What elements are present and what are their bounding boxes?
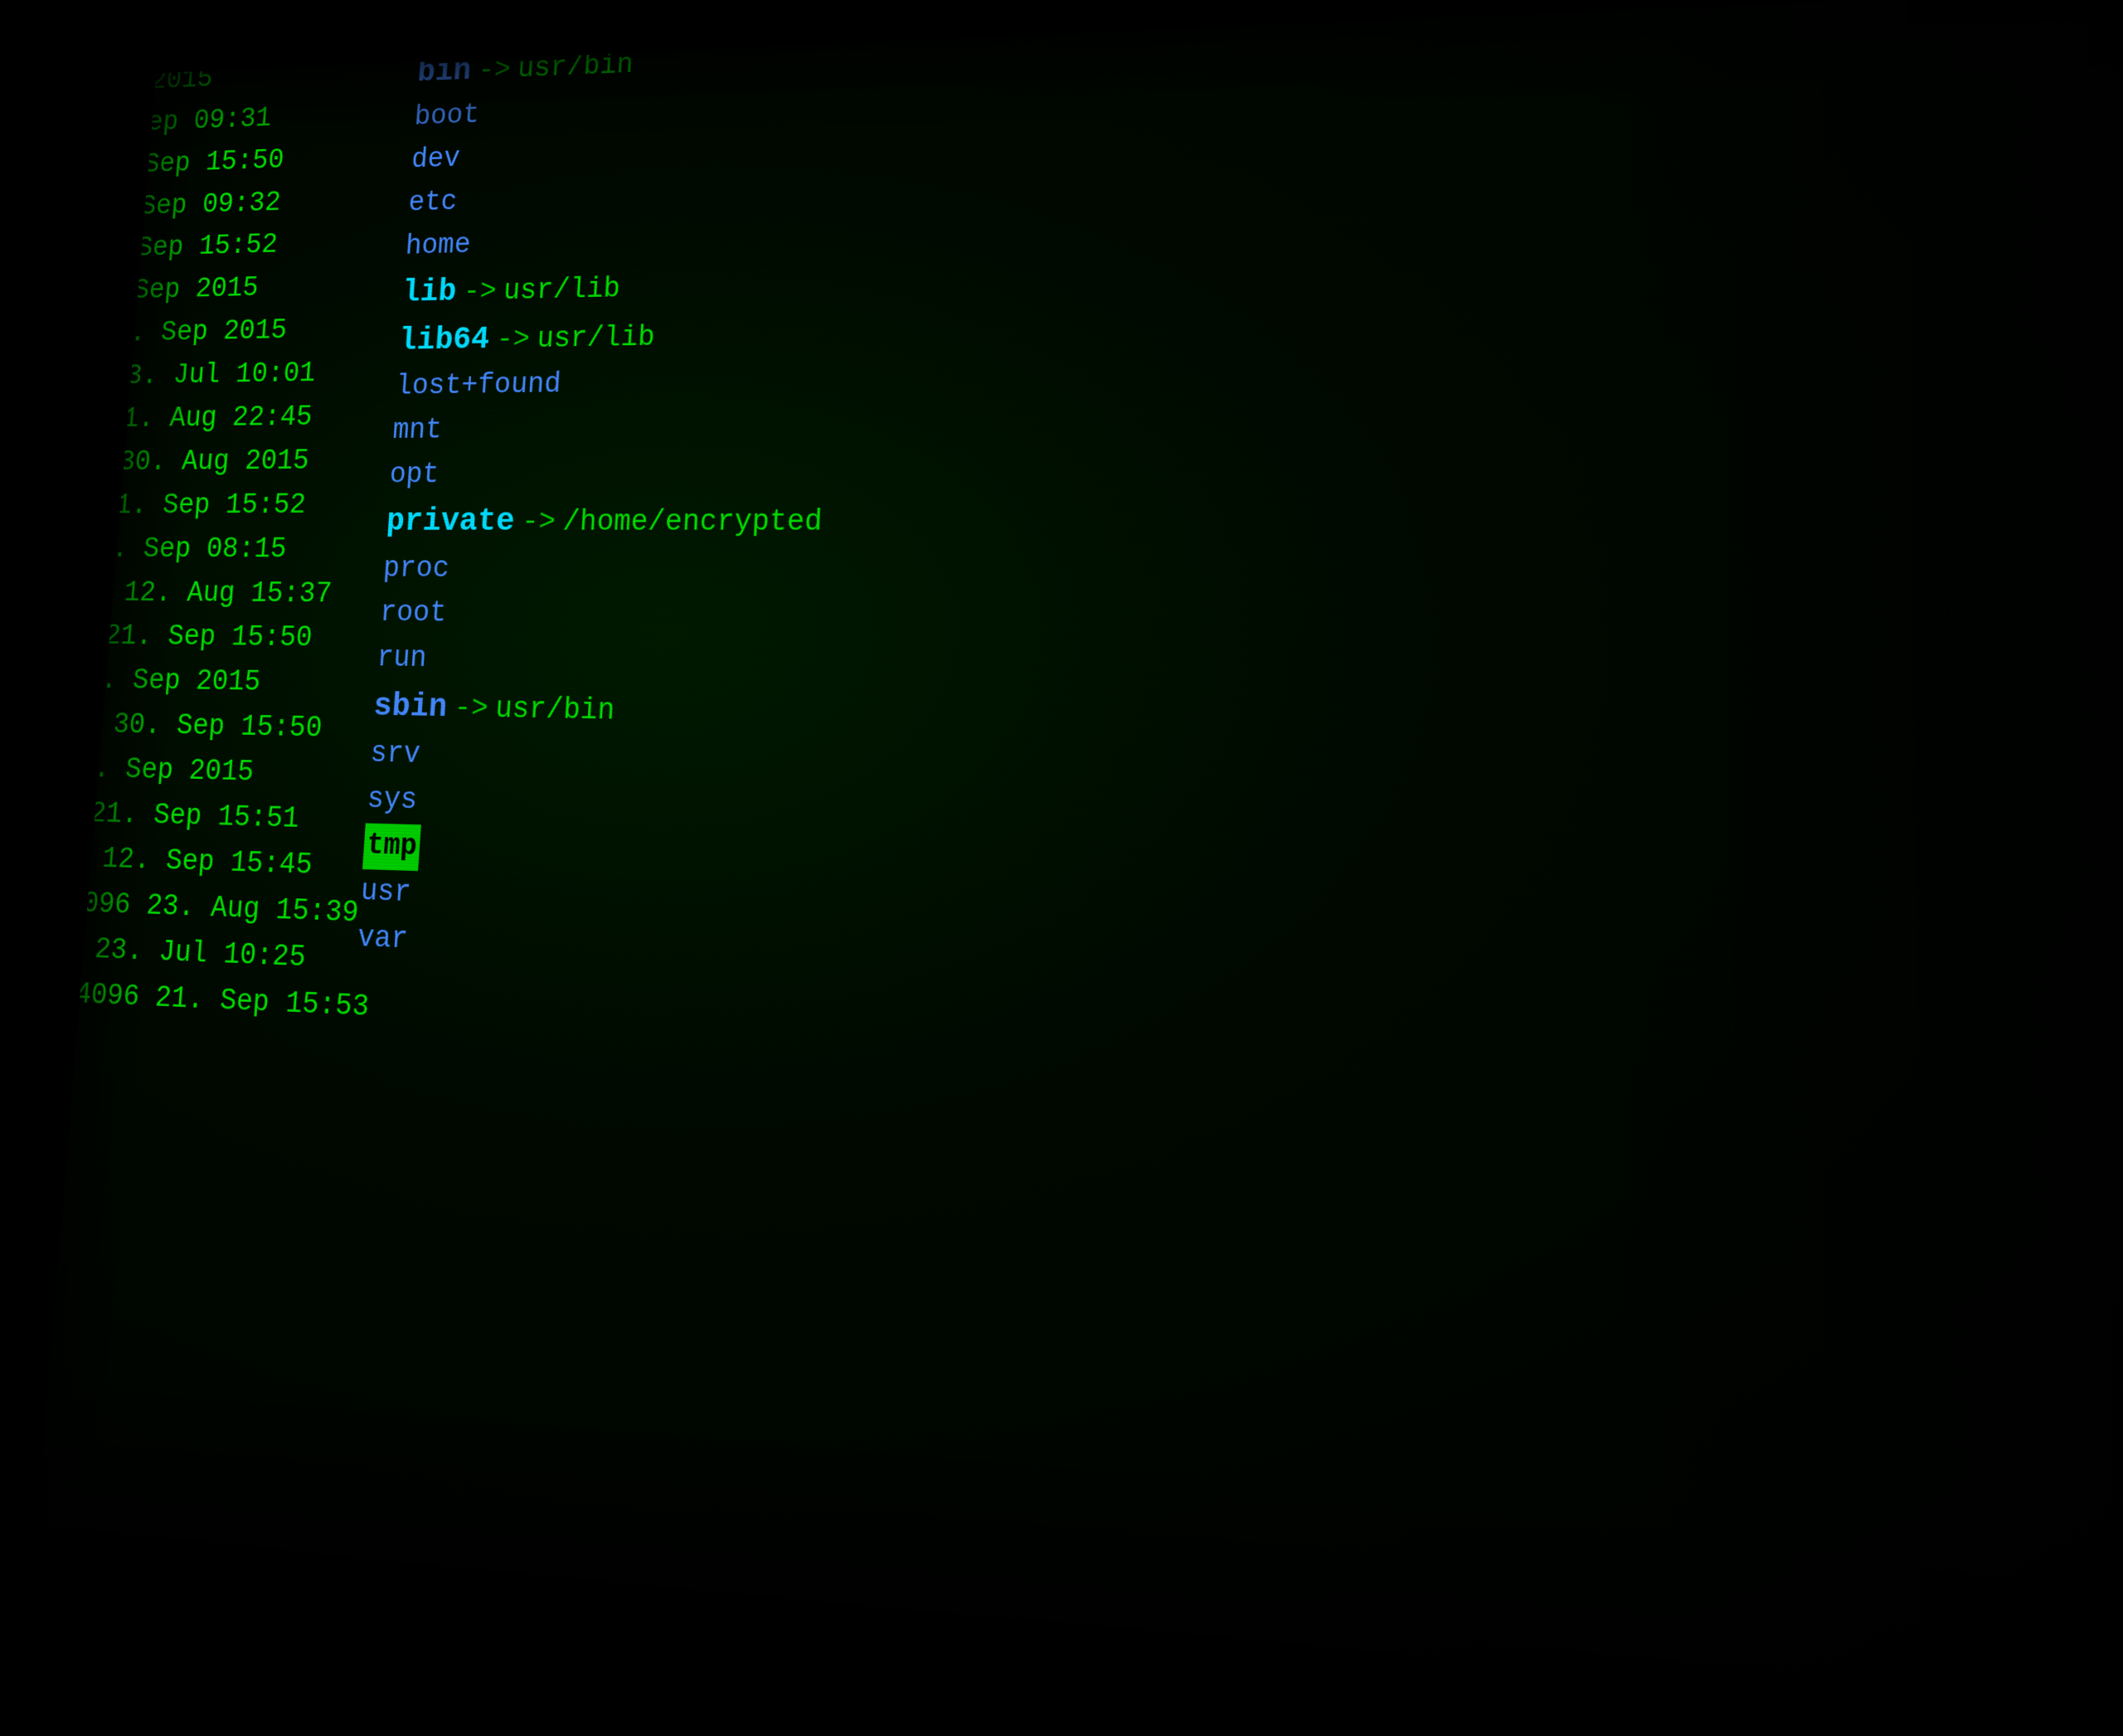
dir-name-lib64: lib64 [397,315,491,365]
dir-proc: proc [381,547,1056,595]
dir-target-sbin: usr/bin [493,688,615,736]
dir-lost-found: lost+found [394,355,1062,409]
line-11: 896 30. Aug 2015 [56,440,377,485]
line-8: 7 30. Sep 2015 [67,308,387,357]
dir-name-root: root [378,591,447,637]
dir-arrow-bin: -> [477,49,513,93]
dir-name-usr: usr [359,869,412,917]
line-14: 4096 12. Aug 15:37 [45,571,369,617]
dir-name-home: home [404,224,472,269]
dir-name-dev: dev [410,138,461,182]
line-1: Sep 15:53 [92,8,408,65]
dir-name-proc: proc [381,547,450,591]
line-6: 21. Sep 15:52 [74,221,393,272]
dir-target-private: /home/encrypted [561,500,823,547]
dir-arrow-lib64: -> [495,318,531,362]
line-17: 4096 30. Sep 15:50 [36,703,359,753]
dir-name-run: run [376,636,429,682]
line-20: 4096 12. Sep 15:45 [36,835,349,891]
dir-name-dotdot: .. [419,6,454,50]
dir-target-lib: usr/lib [502,267,621,314]
dir-name-var: var [356,916,409,964]
dir-mnt: mnt [391,401,1061,453]
dir-name-bin: bin [416,47,473,97]
line-7: 30. Sep 2015 [70,265,390,314]
dir-name-tmp: tmp [362,823,421,871]
dir-arrow-sbin: -> [453,687,489,733]
dir-arrow-lib: -> [462,270,498,315]
dir-target-bin: usr/bin [517,44,634,92]
dir-name-mnt: mnt [391,409,444,454]
dir-name-opt: opt [388,453,440,498]
dir-target-lib64: usr/lib [536,316,656,362]
dir-opt: opt [388,449,1059,498]
line-13: 0 21. Sep 08:15 [48,528,372,573]
line-15: 560 21. Sep 15:50 [41,615,365,662]
line-19: 300 21. Sep 15:51 [36,790,352,844]
dir-name-boot: boot [413,94,480,139]
line-16: 7 30. Sep 2015 [37,659,362,708]
line-10: 896 1. Aug 22:45 [60,396,381,442]
terminal-screen: Sep 15:53 Sep 2015 9. Sep 09:31 21. Sep … [36,0,2123,1736]
dir-name-lost-found: lost+found [394,362,562,409]
dir-name-sys: sys [366,777,419,824]
dir-name-srv: srv [369,732,422,778]
dir-arrow-private: -> [520,501,556,547]
dir-name-etc: etc [407,181,459,226]
line-12: 16 21. Sep 15:52 [52,484,375,528]
dir-private: private -> /home/encrypted [385,495,1057,547]
dir-root: root [378,591,1053,643]
dir-name-lib: lib [401,267,458,317]
line-21: la 4096 23. Aug 15:39 [36,880,346,937]
dir-name-sbin: sbin [372,682,449,733]
terminal-content: Sep 15:53 Sep 2015 9. Sep 09:31 21. Sep … [36,0,2123,1736]
dir-name-private: private [385,497,516,547]
line-18: 0 21. Sep 2015 [36,746,356,799]
line-9: 84 23. Jul 10:01 [63,352,384,400]
